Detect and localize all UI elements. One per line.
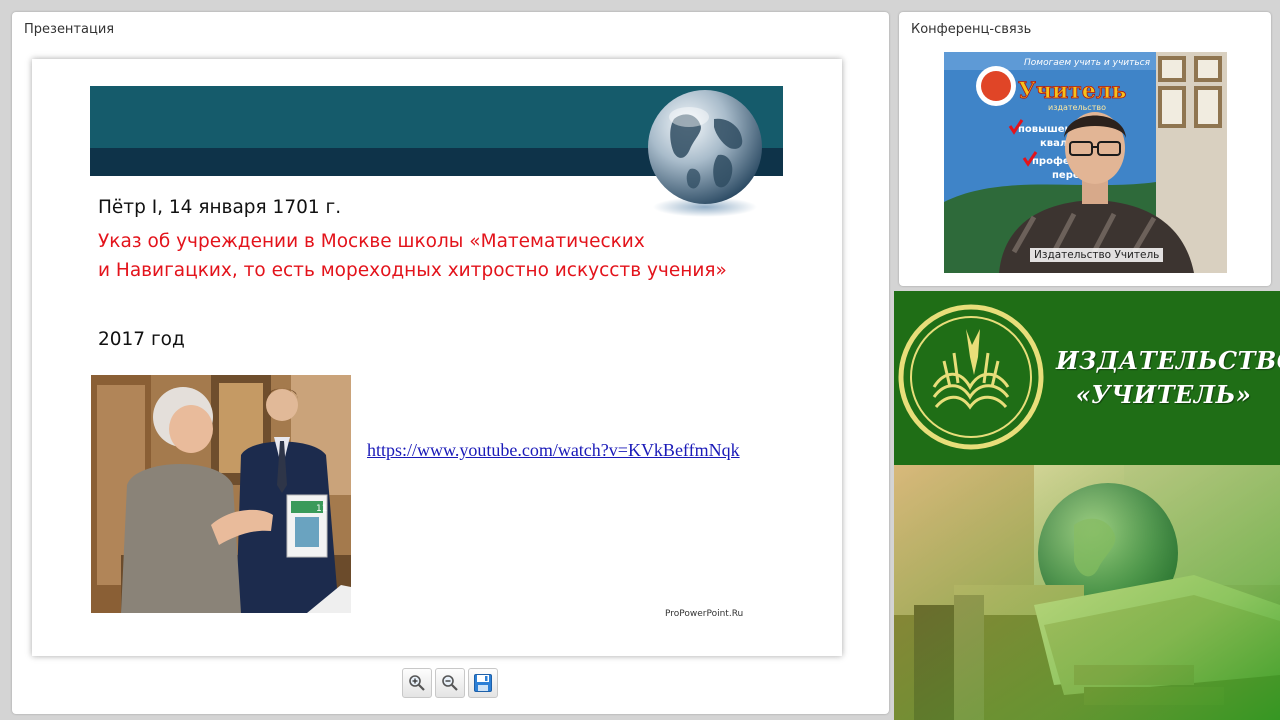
presentation-panel-title: Презентация xyxy=(24,22,115,37)
floppy-disk-icon xyxy=(474,674,492,692)
svg-text:профе: профе xyxy=(1032,155,1070,167)
webcam-video: Помогаем учить и учиться Учитель издател… xyxy=(944,52,1227,273)
brand-logo-area: ИЗДАТЕЛЬСТВО «УЧИТЕЛЬ» xyxy=(894,291,1280,465)
presentation-toolbar xyxy=(402,668,498,698)
svg-text:11: 11 xyxy=(316,504,327,514)
slide-line-year: 2017 год xyxy=(98,329,185,350)
presentation-panel: Презентация Пётр I, 14 января 1701 г. Ук… xyxy=(12,12,889,714)
slide-photo: 11 xyxy=(91,375,351,613)
presentation-slide: Пётр I, 14 января 1701 г. Указ об учрежд… xyxy=(32,59,842,656)
publisher-logo-icon xyxy=(898,304,1044,450)
slide-line-decree-1: Указ об учреждении в Москве школы «Матем… xyxy=(98,231,645,252)
zoom-in-icon xyxy=(409,675,425,691)
save-button[interactable] xyxy=(468,668,498,698)
zoom-out-icon xyxy=(442,675,458,691)
conference-panel-title: Конференц-связь xyxy=(911,22,1032,37)
zoom-in-button[interactable] xyxy=(402,668,432,698)
brand-name-line1: ИЗДАТЕЛЬСТВО xyxy=(1056,346,1280,375)
slide-line-decree-2: и Навигацких, то есть мореходных хитрост… xyxy=(98,260,727,281)
zoom-out-button[interactable] xyxy=(435,668,465,698)
svg-text:издательство: издательство xyxy=(1048,103,1106,112)
brand-banner: ИЗДАТЕЛЬСТВО «УЧИТЕЛЬ» xyxy=(894,291,1280,720)
slide-credit: ProPowerPoint.Ru xyxy=(665,609,744,619)
svg-text:Помогаем учить и учиться: Помогаем учить и учиться xyxy=(1024,58,1151,68)
participant-name-label: Издательство Учитель xyxy=(1030,248,1164,262)
conference-panel: Конференц-связь Помогаем учить и учиться… xyxy=(899,12,1271,286)
globe-icon xyxy=(648,90,762,217)
brand-books-image xyxy=(894,465,1280,720)
youtube-link[interactable]: https://www.youtube.com/watch?v=KVkBeffm… xyxy=(367,440,740,461)
brand-name-line2: «УЧИТЕЛЬ» xyxy=(1075,380,1252,409)
slide-line-peter: Пётр I, 14 января 1701 г. xyxy=(98,197,342,218)
svg-text:Учитель: Учитель xyxy=(1018,78,1126,104)
